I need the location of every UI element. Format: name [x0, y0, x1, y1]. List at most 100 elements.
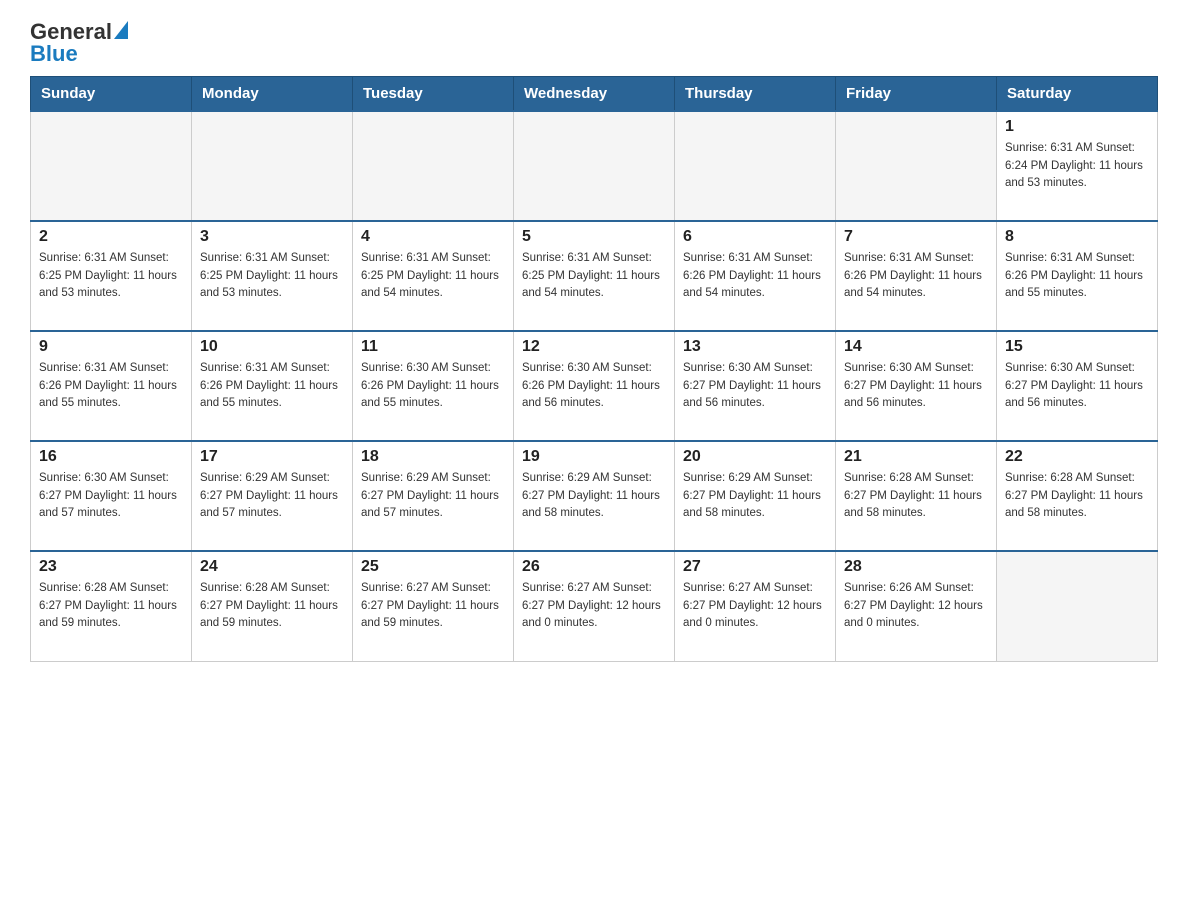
- day-info: Sunrise: 6:29 AM Sunset: 6:27 PM Dayligh…: [361, 470, 505, 522]
- day-number: 14: [844, 338, 988, 356]
- day-info: Sunrise: 6:31 AM Sunset: 6:25 PM Dayligh…: [39, 250, 183, 302]
- calendar-cell: 2 Sunrise: 6:31 AM Sunset: 6:25 PM Daylig…: [31, 221, 192, 331]
- calendar-cell: 5 Sunrise: 6:31 AM Sunset: 6:25 PM Daylig…: [514, 221, 675, 331]
- col-header-wednesday: Wednesday: [514, 77, 675, 112]
- col-header-monday: Monday: [192, 77, 353, 112]
- day-number: 18: [361, 448, 505, 466]
- col-header-thursday: Thursday: [675, 77, 836, 112]
- logo: General Blue: [30, 20, 128, 66]
- calendar-cell: [836, 111, 997, 221]
- day-number: 3: [200, 228, 344, 246]
- day-number: 10: [200, 338, 344, 356]
- day-info: Sunrise: 6:29 AM Sunset: 6:27 PM Dayligh…: [522, 470, 666, 522]
- calendar-cell: 6 Sunrise: 6:31 AM Sunset: 6:26 PM Daylig…: [675, 221, 836, 331]
- calendar-cell: 10 Sunrise: 6:31 AM Sunset: 6:26 PM Dayli…: [192, 331, 353, 441]
- day-info: Sunrise: 6:31 AM Sunset: 6:25 PM Dayligh…: [200, 250, 344, 302]
- day-number: 13: [683, 338, 827, 356]
- day-number: 7: [844, 228, 988, 246]
- day-number: 6: [683, 228, 827, 246]
- calendar-cell: [31, 111, 192, 221]
- calendar-cell: 21 Sunrise: 6:28 AM Sunset: 6:27 PM Dayli…: [836, 441, 997, 551]
- calendar-cell: 23Sunrise: 6:28 AM Sunset: 6:27 PM Dayli…: [31, 551, 192, 661]
- day-number: 4: [361, 228, 505, 246]
- calendar-cell: 17 Sunrise: 6:29 AM Sunset: 6:27 PM Dayli…: [192, 441, 353, 551]
- day-info: Sunrise: 6:31 AM Sunset: 6:26 PM Dayligh…: [200, 360, 344, 412]
- calendar-week-row: 16 Sunrise: 6:30 AM Sunset: 6:27 PM Dayli…: [31, 441, 1158, 551]
- calendar-cell: 13 Sunrise: 6:30 AM Sunset: 6:27 PM Dayli…: [675, 331, 836, 441]
- day-number: 16: [39, 448, 183, 466]
- day-info: Sunrise: 6:29 AM Sunset: 6:27 PM Dayligh…: [200, 470, 344, 522]
- day-number: 9: [39, 338, 183, 356]
- day-number: 8: [1005, 228, 1149, 246]
- calendar-cell: 25Sunrise: 6:27 AM Sunset: 6:27 PM Dayli…: [353, 551, 514, 661]
- calendar-cell: 1Sunrise: 6:31 AM Sunset: 6:24 PM Daylig…: [997, 111, 1158, 221]
- calendar-cell: 12 Sunrise: 6:30 AM Sunset: 6:26 PM Dayli…: [514, 331, 675, 441]
- day-number: 12: [522, 338, 666, 356]
- day-info: Sunrise: 6:31 AM Sunset: 6:25 PM Dayligh…: [522, 250, 666, 302]
- day-info: Sunrise: 6:26 AM Sunset: 6:27 PM Dayligh…: [844, 580, 988, 632]
- day-info: Sunrise: 6:31 AM Sunset: 6:26 PM Dayligh…: [844, 250, 988, 302]
- day-info: Sunrise: 6:30 AM Sunset: 6:27 PM Dayligh…: [683, 360, 827, 412]
- calendar-cell: 27 Sunrise: 6:27 AM Sunset: 6:27 PM Dayli…: [675, 551, 836, 661]
- calendar-cell: 19Sunrise: 6:29 AM Sunset: 6:27 PM Dayli…: [514, 441, 675, 551]
- day-info: Sunrise: 6:30 AM Sunset: 6:27 PM Dayligh…: [39, 470, 183, 522]
- calendar-table: SundayMondayTuesdayWednesdayThursdayFrid…: [30, 76, 1158, 662]
- day-number: 27: [683, 558, 827, 576]
- calendar-cell: 22 Sunrise: 6:28 AM Sunset: 6:27 PM Dayli…: [997, 441, 1158, 551]
- calendar-week-row: 2 Sunrise: 6:31 AM Sunset: 6:25 PM Daylig…: [31, 221, 1158, 331]
- calendar-cell: 11 Sunrise: 6:30 AM Sunset: 6:26 PM Dayli…: [353, 331, 514, 441]
- day-info: Sunrise: 6:31 AM Sunset: 6:26 PM Dayligh…: [39, 360, 183, 412]
- day-info: Sunrise: 6:29 AM Sunset: 6:27 PM Dayligh…: [683, 470, 827, 522]
- calendar-week-row: 23 Sunrise: 6:28 AM Sunset: 6:27 PM Dayli…: [31, 551, 1158, 661]
- day-number: 23: [39, 558, 183, 576]
- day-info: Sunrise: 6:28 AM Sunset: 6:27 PM Dayligh…: [1005, 470, 1149, 522]
- calendar-cell: 7 Sunrise: 6:31 AM Sunset: 6:26 PM Daylig…: [836, 221, 997, 331]
- col-header-saturday: Saturday: [997, 77, 1158, 112]
- day-info: Sunrise: 6:31 AM Sunset: 6:25 PM Dayligh…: [361, 250, 505, 302]
- calendar-cell: [192, 111, 353, 221]
- logo-triangle-icon: [114, 21, 128, 39]
- day-number: 2: [39, 228, 183, 246]
- day-info: Sunrise: 6:27 AM Sunset: 6:27 PM Dayligh…: [683, 580, 827, 632]
- col-header-tuesday: Tuesday: [353, 77, 514, 112]
- calendar-cell: 16 Sunrise: 6:30 AM Sunset: 6:27 PM Dayli…: [31, 441, 192, 551]
- day-info: Sunrise: 6:31 AM Sunset: 6:26 PM Dayligh…: [683, 250, 827, 302]
- day-info: Sunrise: 6:31 AM Sunset: 6:24 PM Dayligh…: [1005, 140, 1149, 192]
- calendar-cell: 3 Sunrise: 6:31 AM Sunset: 6:25 PM Daylig…: [192, 221, 353, 331]
- page-header: General Blue: [30, 20, 1158, 66]
- calendar-cell: [997, 551, 1158, 661]
- day-info: Sunrise: 6:28 AM Sunset: 6:27 PM Dayligh…: [200, 580, 344, 632]
- day-info: Sunrise: 6:30 AM Sunset: 6:27 PM Dayligh…: [844, 360, 988, 412]
- day-number: 17: [200, 448, 344, 466]
- day-info: Sunrise: 6:28 AM Sunset: 6:27 PM Dayligh…: [844, 470, 988, 522]
- calendar-cell: 9 Sunrise: 6:31 AM Sunset: 6:26 PM Daylig…: [31, 331, 192, 441]
- calendar-cell: [514, 111, 675, 221]
- day-info: Sunrise: 6:30 AM Sunset: 6:26 PM Dayligh…: [522, 360, 666, 412]
- day-number: 28: [844, 558, 988, 576]
- calendar-week-row: 1Sunrise: 6:31 AM Sunset: 6:24 PM Daylig…: [31, 111, 1158, 221]
- day-number: 25: [361, 558, 505, 576]
- day-number: 22: [1005, 448, 1149, 466]
- day-number: 5: [522, 228, 666, 246]
- col-header-friday: Friday: [836, 77, 997, 112]
- day-info: Sunrise: 6:27 AM Sunset: 6:27 PM Dayligh…: [522, 580, 666, 632]
- day-info: Sunrise: 6:31 AM Sunset: 6:26 PM Dayligh…: [1005, 250, 1149, 302]
- day-info: Sunrise: 6:30 AM Sunset: 6:26 PM Dayligh…: [361, 360, 505, 412]
- calendar-cell: 26 Sunrise: 6:27 AM Sunset: 6:27 PM Dayli…: [514, 551, 675, 661]
- day-number: 24: [200, 558, 344, 576]
- day-number: 11: [361, 338, 505, 356]
- calendar-cell: 14 Sunrise: 6:30 AM Sunset: 6:27 PM Dayli…: [836, 331, 997, 441]
- day-number: 21: [844, 448, 988, 466]
- col-header-sunday: Sunday: [31, 77, 192, 112]
- calendar-cell: 4 Sunrise: 6:31 AM Sunset: 6:25 PM Daylig…: [353, 221, 514, 331]
- calendar-week-row: 9 Sunrise: 6:31 AM Sunset: 6:26 PM Daylig…: [31, 331, 1158, 441]
- calendar-cell: 8 Sunrise: 6:31 AM Sunset: 6:26 PM Daylig…: [997, 221, 1158, 331]
- calendar-cell: 18 Sunrise: 6:29 AM Sunset: 6:27 PM Dayli…: [353, 441, 514, 551]
- calendar-header-row: SundayMondayTuesdayWednesdayThursdayFrid…: [31, 77, 1158, 112]
- day-number: 26: [522, 558, 666, 576]
- calendar-cell: 15Sunrise: 6:30 AM Sunset: 6:27 PM Dayli…: [997, 331, 1158, 441]
- calendar-cell: 24 Sunrise: 6:28 AM Sunset: 6:27 PM Dayli…: [192, 551, 353, 661]
- calendar-cell: [353, 111, 514, 221]
- day-info: Sunrise: 6:30 AM Sunset: 6:27 PM Dayligh…: [1005, 360, 1149, 412]
- calendar-cell: 28 Sunrise: 6:26 AM Sunset: 6:27 PM Dayli…: [836, 551, 997, 661]
